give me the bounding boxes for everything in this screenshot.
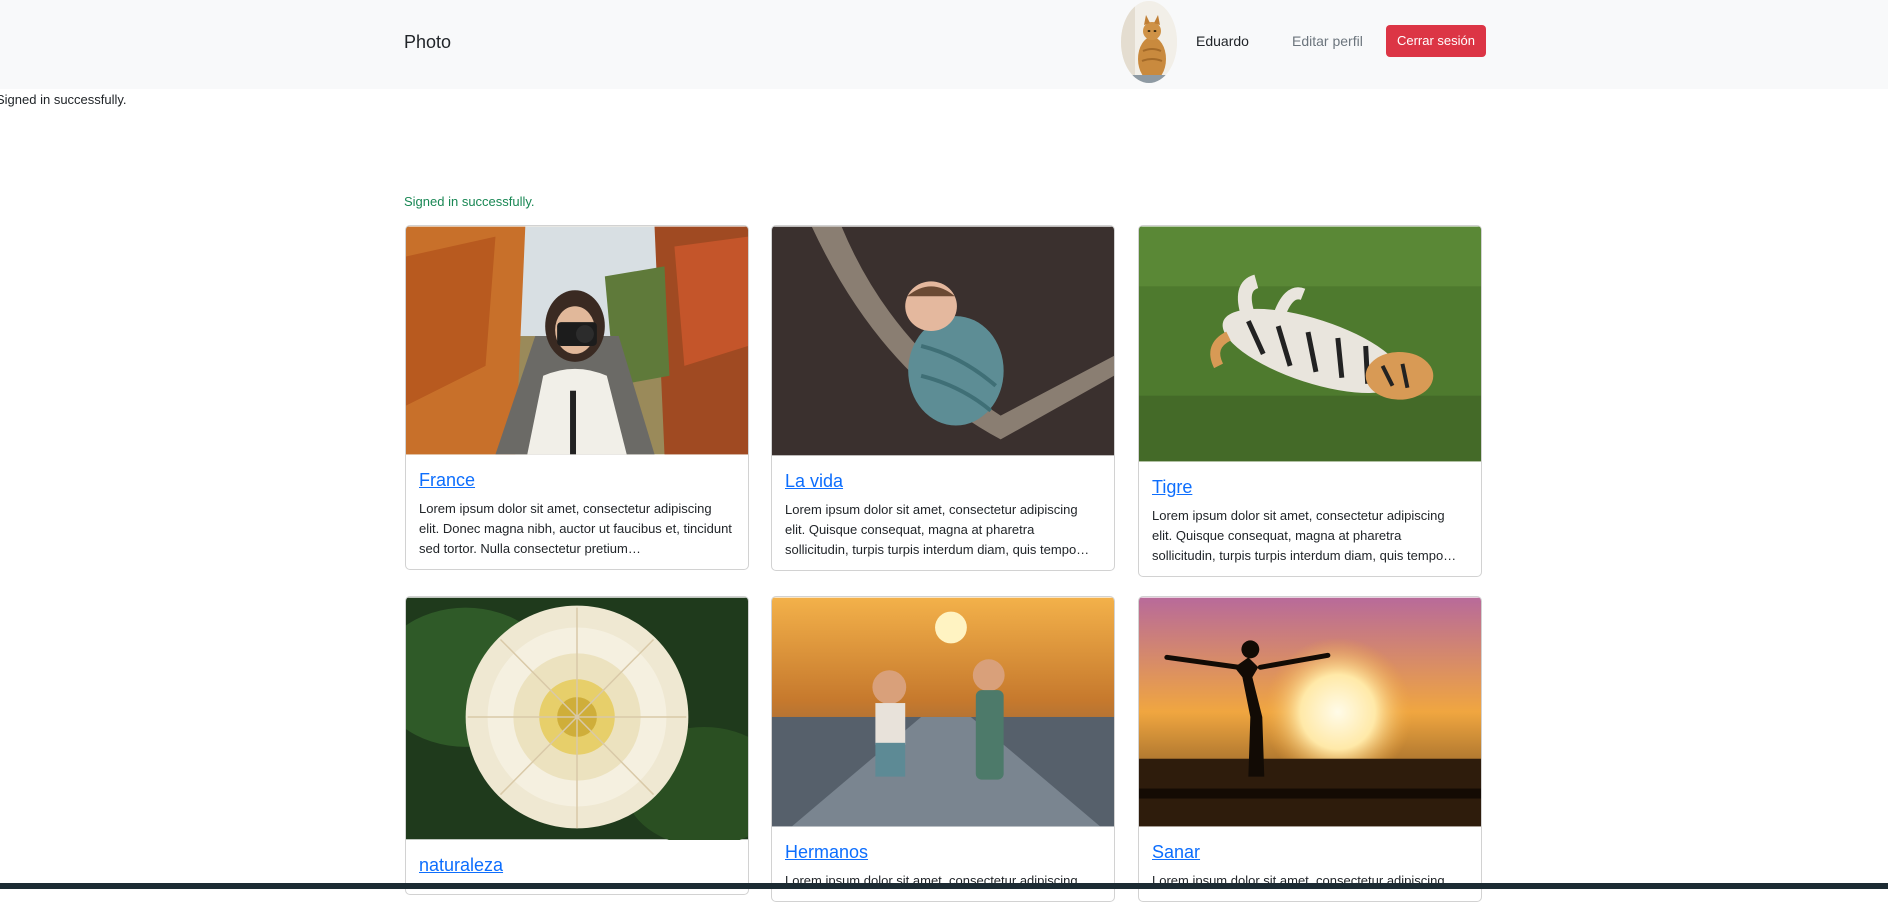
- card-body: France Lorem ipsum dolor sit amet, conse…: [406, 455, 748, 569]
- post-card: La vida Lorem ipsum dolor sit amet, cons…: [771, 225, 1115, 571]
- flash-notice: Signed in successfully.: [404, 194, 535, 209]
- window-bottom-edge: [0, 883, 1888, 889]
- post-image-baby[interactable]: [772, 226, 1114, 456]
- brand-link[interactable]: Photo: [404, 30, 451, 54]
- post-excerpt: Lorem ipsum dolor sit amet, consectetur …: [1152, 508, 1457, 563]
- post-title-link[interactable]: naturaleza: [419, 854, 735, 876]
- post-card: Hermanos Lorem ipsum dolor sit amet, con…: [771, 596, 1115, 902]
- post-title-link[interactable]: Sanar: [1152, 841, 1468, 863]
- edit-profile-link[interactable]: Editar perfil: [1292, 32, 1363, 50]
- post-title-link[interactable]: France: [419, 469, 735, 491]
- post-image-tiger[interactable]: [1139, 226, 1481, 462]
- post-card: France Lorem ipsum dolor sit amet, conse…: [405, 225, 749, 570]
- cat-avatar-image: [1121, 1, 1177, 83]
- post-image-dahlia[interactable]: [406, 597, 748, 840]
- post-title-link[interactable]: Hermanos: [785, 841, 1101, 863]
- post-image-sunset-silhouette[interactable]: [1139, 597, 1481, 827]
- card-body: La vida Lorem ipsum dolor sit amet, cons…: [772, 456, 1114, 570]
- navbar: Photo Eduardo Editar perfil Cerrar sesió…: [0, 0, 1888, 89]
- card-body: Sanar Lorem ipsum dolor sit amet, consec…: [1139, 827, 1481, 901]
- post-card: naturaleza: [405, 596, 749, 895]
- post-card: Sanar Lorem ipsum dolor sit amet, consec…: [1138, 596, 1482, 902]
- card-body: Hermanos Lorem ipsum dolor sit amet, con…: [772, 827, 1114, 901]
- post-image-photographer[interactable]: [406, 226, 748, 455]
- card-body: Tigre Lorem ipsum dolor sit amet, consec…: [1139, 462, 1481, 576]
- post-title-link[interactable]: Tigre: [1152, 476, 1468, 498]
- post-image-siblings[interactable]: [772, 597, 1114, 827]
- post-excerpt: Lorem ipsum dolor sit amet, consectetur …: [785, 502, 1090, 557]
- avatar[interactable]: [1121, 1, 1177, 83]
- post-card: Tigre Lorem ipsum dolor sit amet, consec…: [1138, 225, 1482, 577]
- nav-username[interactable]: Eduardo: [1196, 32, 1249, 50]
- post-excerpt: Lorem ipsum dolor sit amet, consectetur …: [419, 501, 732, 556]
- flash-message-top: Signed in successfully.: [0, 92, 127, 107]
- post-title-link[interactable]: La vida: [785, 470, 1101, 492]
- logout-button[interactable]: Cerrar sesión: [1386, 25, 1486, 57]
